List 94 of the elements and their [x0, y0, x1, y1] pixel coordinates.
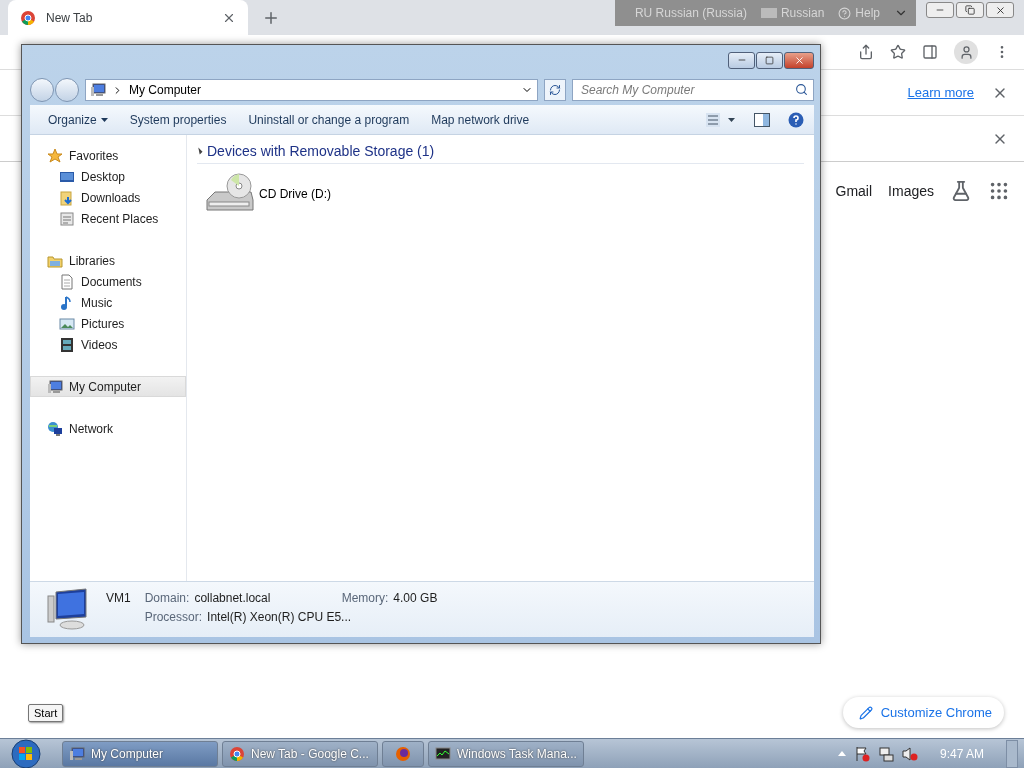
restore-icon: [965, 5, 975, 15]
command-button[interactable]: Uninstall or change a program: [240, 109, 418, 130]
address-text: My Computer: [129, 83, 203, 97]
forward-button[interactable]: [55, 78, 79, 102]
close-button[interactable]: [784, 51, 814, 69]
nav-item[interactable]: Music: [30, 292, 186, 313]
nav-label: My Computer: [69, 379, 142, 394]
flask-icon[interactable]: [950, 180, 972, 202]
pencil-icon: [858, 705, 873, 720]
keyboard-icon: [760, 8, 777, 18]
nav-item[interactable]: Videos: [30, 334, 186, 355]
help-icon: [838, 6, 852, 20]
close-icon: [994, 4, 1006, 16]
apps-grid-icon[interactable]: [988, 180, 1010, 202]
command-button[interactable]: Map network drive: [423, 109, 538, 130]
field-value: collabnet.local: [194, 591, 271, 605]
star-icon[interactable]: [890, 44, 906, 60]
nav-item[interactable]: Recent Places: [30, 208, 186, 229]
search-field[interactable]: Search My Computer: [572, 79, 814, 101]
recent-icon: [59, 210, 75, 227]
firefox-icon: [395, 745, 411, 762]
side-panel-icon[interactable]: [922, 44, 938, 60]
close-icon: [793, 54, 805, 66]
nav-label: Documents: [81, 274, 142, 289]
nav-label: Videos: [81, 337, 118, 352]
field-label: Domain:: [144, 591, 190, 605]
computer-icon: [47, 378, 63, 395]
nav-item[interactable]: Documents: [30, 271, 186, 292]
refresh-button[interactable]: [544, 79, 566, 101]
windows-logo-icon: [11, 738, 41, 768]
nav-label: Music: [81, 295, 113, 310]
nav-item[interactable]: Favorites: [30, 145, 186, 166]
field-value: Intel(R) Xeon(R) CPU E5...: [207, 610, 352, 624]
nav-item[interactable]: Downloads: [30, 187, 186, 208]
taskbar-button[interactable]: My Computer: [62, 740, 218, 767]
nav-label: Recent Places: [81, 211, 159, 226]
share-icon[interactable]: [858, 44, 874, 60]
caret-icon: [100, 117, 108, 122]
minimize-button[interactable]: [728, 51, 755, 69]
nav-item[interactable]: My Computer: [30, 376, 186, 397]
tab-title: New Tab: [46, 10, 94, 25]
preview-pane-icon[interactable]: [754, 112, 770, 127]
command-button[interactable]: System properties: [121, 109, 235, 130]
flag-icon[interactable]: [853, 745, 870, 762]
profile-icon[interactable]: [954, 40, 978, 64]
customize-chrome-button[interactable]: Customize Chrome: [842, 697, 1004, 728]
nav-label: Desktop: [81, 169, 126, 184]
computer-icon: [90, 82, 106, 98]
restore-button[interactable]: [956, 2, 984, 18]
close-button[interactable]: [986, 2, 1014, 18]
group-title[interactable]: Devices with Removable Storage (1): [207, 143, 435, 159]
videos-icon: [59, 336, 75, 353]
chrome-icon: [229, 745, 245, 762]
search-icon[interactable]: [795, 83, 808, 96]
field-label: Processor:: [144, 610, 203, 624]
nav-item[interactable]: Network: [30, 418, 186, 439]
nav-label: Network: [69, 421, 113, 436]
back-button[interactable]: [30, 78, 54, 102]
nav-label: Favorites: [69, 148, 119, 163]
network-icon[interactable]: [877, 745, 894, 762]
taskmgr-icon: [435, 745, 451, 762]
star-icon: [47, 147, 63, 164]
browser-tab[interactable]: New Tab: [8, 0, 248, 35]
start-tooltip: Start: [28, 703, 64, 722]
downloads-icon: [59, 189, 75, 206]
maximize-icon: [765, 55, 774, 65]
field-value: 4.00 GB: [393, 591, 438, 605]
nav-label: Downloads: [81, 190, 141, 205]
field-label: Memory:: [341, 591, 389, 605]
refresh-icon: [549, 84, 561, 96]
help-icon[interactable]: [788, 111, 804, 128]
learn-more-link[interactable]: Learn more: [907, 85, 974, 100]
drive-label[interactable]: CD Drive (D:): [259, 187, 331, 201]
address-bar[interactable]: My Computer: [85, 79, 538, 101]
speaker-muted-icon[interactable]: [901, 745, 918, 762]
document-icon: [59, 273, 75, 290]
computer-name: VM1: [106, 590, 131, 605]
header-link[interactable]: Gmail: [835, 183, 873, 199]
network-icon: [47, 420, 63, 437]
header-link[interactable]: Images: [888, 183, 934, 199]
pictures-icon: [59, 315, 75, 332]
nav-item[interactable]: Desktop: [30, 166, 186, 187]
nav-item[interactable]: Pictures: [30, 313, 186, 334]
maximize-button[interactable]: [756, 51, 783, 69]
minimize-button[interactable]: [926, 2, 954, 18]
nav-item[interactable]: Libraries: [30, 250, 186, 271]
nav-label: Pictures: [81, 316, 125, 331]
start-button[interactable]: [8, 738, 44, 768]
view-options-icon[interactable]: [706, 112, 736, 127]
chrome-icon: [20, 9, 36, 26]
taskbar-button[interactable]: [382, 740, 424, 767]
command-button[interactable]: Organize: [40, 109, 116, 130]
computer-icon: [69, 745, 85, 762]
nav-label: Libraries: [69, 253, 116, 268]
